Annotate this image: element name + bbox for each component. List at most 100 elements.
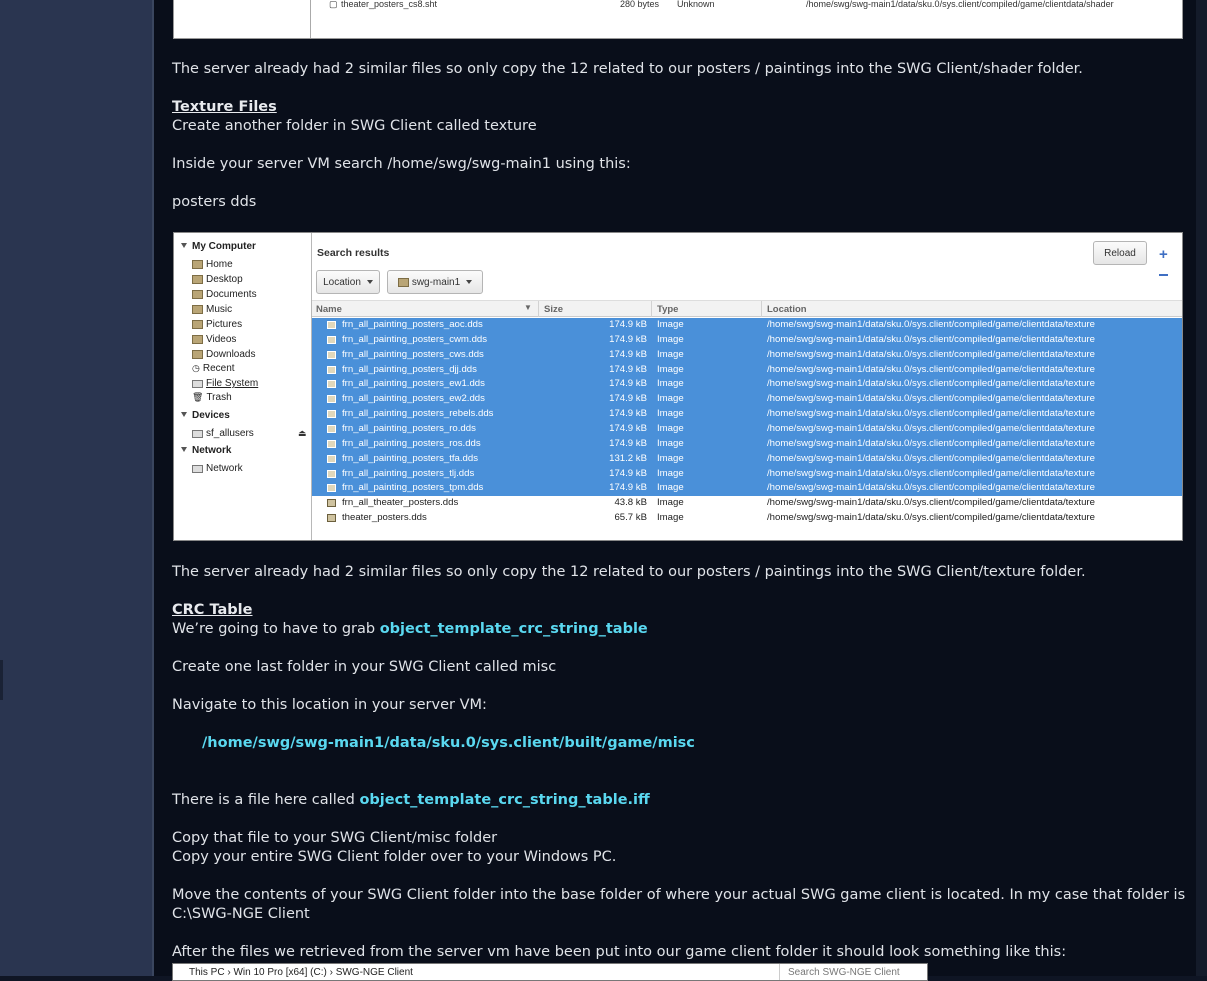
caret-down-icon <box>466 280 473 284</box>
fm-place-recent[interactable]: ◷ Recent <box>192 363 235 374</box>
file-row[interactable]: frn_all_painting_posters_djj.dds 174.9 kB… <box>312 362 1182 378</box>
network-icon <box>192 464 203 473</box>
file-type: Image <box>657 452 684 464</box>
file-type: Image <box>657 333 684 345</box>
expander-icon <box>181 243 187 248</box>
fm-network-item[interactable]: Network <box>192 463 243 474</box>
image-file-icon <box>327 380 336 389</box>
crc-path[interactable]: /home/swg/swg-main1/data/sku.0/sys.clien… <box>202 734 695 753</box>
location-dropdown-button[interactable]: Location <box>316 270 380 294</box>
file-location: /home/swg/swg-main1/data/sku.0/sys.clien… <box>767 333 1095 345</box>
expander-icon <box>181 412 187 417</box>
drive-icon <box>192 379 203 388</box>
crc-file-link[interactable]: object_template_crc_string_table.iff <box>359 792 649 808</box>
image-file-icon <box>327 469 336 478</box>
file-row[interactable]: frn_all_painting_posters_tfa.dds 131.2 kB… <box>312 451 1182 467</box>
image-file-icon <box>327 454 336 463</box>
file-location: /home/swg/swg-main1/data/sku.0/sys.clien… <box>767 363 1095 375</box>
fm-place-label: Trash <box>206 392 232 403</box>
caret-down-icon <box>366 280 373 284</box>
fm-section-my-computer[interactable]: My Computer <box>181 241 256 252</box>
folder-icon <box>192 350 203 359</box>
column-name[interactable]: Name <box>316 304 342 315</box>
fm-place-trash[interactable]: 🗑 Trash <box>192 392 232 403</box>
fm-place-label: Documents <box>206 289 257 300</box>
file-row[interactable]: frn_all_painting_posters_tlj.dds 174.9 kB… <box>312 466 1182 482</box>
image-file-icon <box>327 439 336 448</box>
file-row[interactable]: theater_posters.dds 65.7 kB Image/home/swg… <box>312 511 1182 526</box>
file-row[interactable]: frn_all_painting_posters_rebels.dds 174.9… <box>312 407 1182 423</box>
folder-icon <box>192 320 203 329</box>
file-row[interactable]: frn_all_painting_posters_ros.dds 174.9 kB… <box>312 436 1182 452</box>
texture-create-text: Create another folder in SWG Client call… <box>172 118 537 134</box>
minus-icon[interactable] <box>1159 274 1168 276</box>
fm-place-documents[interactable]: Documents <box>192 289 257 300</box>
fm-device-label: sf_allusers <box>206 428 254 439</box>
file-manager-screenshot: My Computer Home Desktop Documents Music… <box>173 232 1183 541</box>
fm-place-desktop[interactable]: Desktop <box>192 274 243 285</box>
file-location: /home/swg/swg-main1/data/sku.0/sys.clien… <box>767 512 1095 524</box>
folder-dropdown-button[interactable]: swg-main1 <box>387 270 483 294</box>
file-location: /home/swg/swg-main1/data/sku.0/sys.clien… <box>767 497 1095 509</box>
file-name: frn_all_painting_posters_tlj.dds <box>342 467 475 479</box>
left-sidebar-panel <box>0 0 152 976</box>
file-name: frn_all_painting_posters_cwm.dds <box>342 333 488 345</box>
column-separator <box>538 301 539 317</box>
file-location: /home/swg/swg-main1/data/sku.0/sys.clien… <box>767 378 1095 390</box>
file-row[interactable]: frn_all_theater_posters.dds 43.8 kB Image /… <box>312 496 1182 511</box>
file-row[interactable]: frn_all_painting_posters_cwm.dds 174.9 kB… <box>312 332 1182 348</box>
plus-icon[interactable]: + <box>1159 246 1168 263</box>
fm-device-sf-allusers[interactable]: sf_allusers <box>192 428 254 439</box>
file-size: 65.7 kB <box>614 512 647 524</box>
fm-place-home[interactable]: Home <box>192 259 233 270</box>
crc-table-heading: CRC Table <box>172 602 253 618</box>
file-row[interactable]: frn_all_painting_posters_cws.dds 174.9 kB… <box>312 347 1182 363</box>
file-size: 174.9 kB <box>609 348 647 360</box>
file-type: Image <box>657 363 684 375</box>
column-location[interactable]: Location <box>767 304 807 315</box>
file-name: frn_all_painting_posters_tfa.dds <box>342 452 479 464</box>
file-row[interactable]: frn_all_painting_posters_ro.dds 174.9 kB I… <box>312 421 1182 437</box>
screenshot-divider <box>310 0 311 38</box>
fm-place-music[interactable]: Music <box>192 304 232 315</box>
file-row[interactable]: frn_all_painting_posters_aoc.dds 174.9 kB… <box>312 318 1182 333</box>
file-type: Image <box>657 497 684 509</box>
file-row[interactable]: frn_all_painting_posters_ew2.dds 174.9 kB… <box>312 392 1182 408</box>
file-size: 174.9 kB <box>609 467 647 479</box>
folder-icon <box>192 305 203 314</box>
fm-place-videos[interactable]: Videos <box>192 334 236 345</box>
file-name: frn_all_painting_posters_tpm.dds <box>342 482 484 494</box>
reload-button[interactable]: Reload <box>1093 241 1147 265</box>
crc-grab-link[interactable]: object_template_crc_string_table <box>380 621 648 637</box>
fm-place-pictures[interactable]: Pictures <box>192 319 242 330</box>
explorer-search-placeholder: Search SWG-NGE Client <box>788 967 900 978</box>
fm-section-network[interactable]: Network <box>181 445 231 456</box>
file-size: 131.2 kB <box>609 452 647 464</box>
file-size: 174.9 kB <box>609 482 647 494</box>
expander-icon <box>181 447 187 452</box>
fm-place-downloads[interactable]: Downloads <box>192 349 255 360</box>
crc-grab-text: We’re going to have to grab object_templ… <box>172 620 648 639</box>
fm-section-label: Devices <box>192 410 230 421</box>
crc-grab-prefix: We’re going to have to grab <box>172 621 380 637</box>
file-row[interactable]: frn_all_painting_posters_ew1.dds 174.9 kB… <box>312 377 1182 393</box>
fm-place-file-system[interactable]: File System <box>192 378 258 389</box>
clock-icon: ◷ <box>192 363 200 373</box>
crc-navigate-text: Navigate to this location in your server… <box>172 697 487 713</box>
file-row[interactable]: frn_all_painting_posters_tpm.dds 174.9 kB… <box>312 481 1182 497</box>
image-file-icon <box>327 499 336 508</box>
file-name: frn_all_painting_posters_ew1.dds <box>342 378 485 390</box>
file-type: Image <box>657 437 684 449</box>
file-location: /home/swg/swg-main1/data/sku.0/sys.clien… <box>767 393 1095 405</box>
shader-note: The server already had 2 similar files s… <box>172 61 1083 77</box>
column-type[interactable]: Type <box>657 304 678 315</box>
explorer-breadcrumb[interactable]: This PC › Win 10 Pro [x64] (C:) › SWG-NG… <box>189 967 413 978</box>
column-size[interactable]: Size <box>544 304 563 315</box>
fm-section-devices[interactable]: Devices <box>181 410 230 421</box>
eject-icon[interactable]: ⏏ <box>298 428 307 439</box>
explorer-search-field[interactable]: Search SWG-NGE Client <box>779 964 928 980</box>
column-separator <box>651 301 652 317</box>
file-type: Image <box>657 408 684 420</box>
file-size: 280 bytes <box>620 0 660 9</box>
texture-files-heading: Texture Files <box>172 99 277 115</box>
